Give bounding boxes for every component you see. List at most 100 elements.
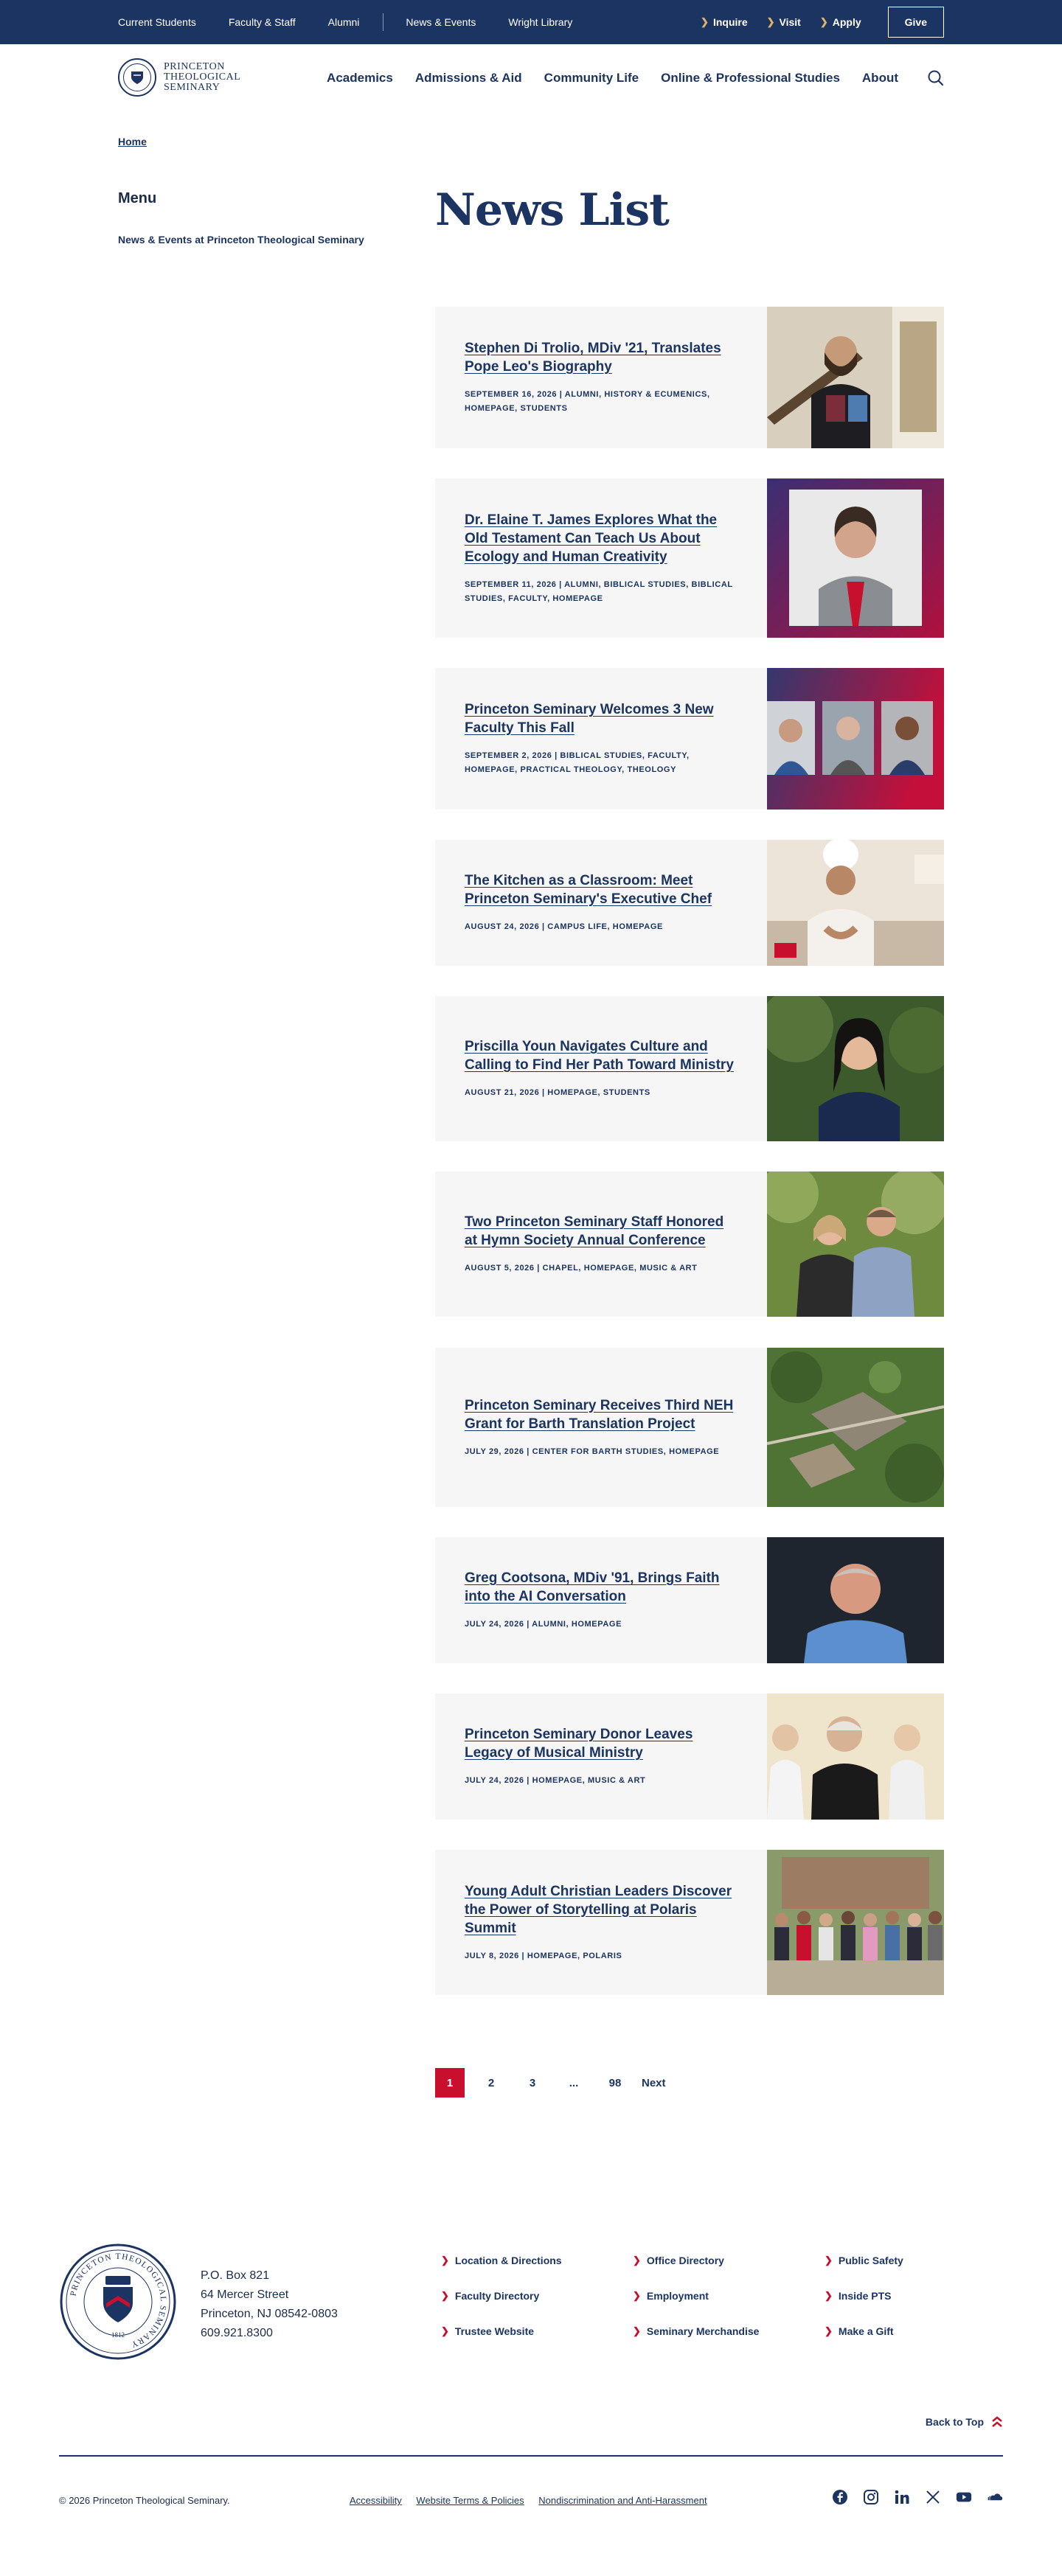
sidebar-link-news-events[interactable]: News & Events at Princeton Theological S… — [118, 234, 413, 246]
news-title-link[interactable]: The Kitchen as a Classroom: Meet Princet… — [465, 871, 738, 908]
news-meta: August 21, 2026 | Homepage, Students — [465, 1088, 650, 1097]
x-icon[interactable] — [925, 2489, 941, 2505]
news-item: Greg Cootsona, MDiv '91, Brings Faith in… — [435, 1537, 944, 1663]
facebook-icon[interactable] — [832, 2489, 848, 2505]
news-title-link[interactable]: Princeton Seminary Donor Leaves Legacy o… — [465, 1725, 738, 1762]
chevron-right-icon: ❯ — [701, 16, 709, 27]
search-icon[interactable] — [926, 69, 945, 88]
linkedin-icon[interactable] — [894, 2489, 910, 2505]
chevron-right-icon: ❯ — [825, 2255, 833, 2266]
chevron-right-icon: ❯ — [766, 16, 775, 27]
logo-line-3: SEMINARY — [164, 82, 221, 93]
site-logo[interactable]: PRINCETON THEOLOGICAL SEMINARY — [118, 58, 240, 97]
news-photo[interactable] — [767, 1348, 944, 1507]
news-item: Young Adult Christian Leaders Discover t… — [435, 1850, 944, 1995]
nav-about[interactable]: About — [862, 71, 898, 86]
instagram-icon[interactable] — [863, 2489, 879, 2505]
news-photo[interactable] — [767, 1537, 944, 1663]
footer-link-trustee-website[interactable]: ❯ Trustee Website — [441, 2325, 633, 2337]
footer-link-label: Make a Gift — [838, 2325, 894, 2337]
footer-link-office-directory[interactable]: ❯ Office Directory — [633, 2255, 825, 2266]
logo-line-2: THEOLOGICAL — [164, 72, 241, 83]
footer-link-label: Location & Directions — [454, 2255, 562, 2266]
news-title-link[interactable]: Princeton Seminary Receives Third NEH Gr… — [465, 1396, 738, 1433]
seal-year: 1812 — [111, 2331, 125, 2339]
footer-link-faculty-directory[interactable]: ❯ Faculty Directory — [441, 2290, 633, 2302]
visit-link[interactable]: ❯ Visit — [767, 16, 801, 28]
sidebar: Menu News & Events at Princeton Theologi… — [118, 190, 413, 246]
page-98-button[interactable]: 98 — [600, 2068, 630, 2098]
news-photo[interactable] — [767, 996, 944, 1141]
link-faculty-staff[interactable]: Faculty & Staff — [229, 16, 296, 28]
footer-divider — [59, 2455, 1003, 2457]
news-title-link[interactable]: Priscilla Youn Navigates Culture and Cal… — [465, 1037, 738, 1074]
link-news-events[interactable]: News & Events — [406, 16, 476, 28]
news-photo[interactable] — [767, 1172, 944, 1317]
utility-links: Current Students Faculty & Staff Alumni … — [118, 0, 605, 44]
give-button[interactable]: Give — [887, 7, 944, 38]
news-meta: August 24, 2026 | Campus Life, Homepage — [465, 922, 663, 931]
footer-link-employment[interactable]: ❯ Employment — [633, 2290, 825, 2302]
inquire-link[interactable]: ❯ Inquire — [701, 16, 748, 28]
news-meta: September 16, 2026 | Alumni, History & E… — [465, 390, 710, 413]
news-photo[interactable] — [767, 1850, 944, 1995]
link-wright-library[interactable]: Wright Library — [508, 16, 572, 28]
chevron-right-icon: ❯ — [825, 2325, 833, 2336]
news-item: Two Princeton Seminary Staff Honored at … — [435, 1172, 944, 1317]
back-to-top-link[interactable]: Back to Top — [926, 2415, 1003, 2429]
nav-admissions-aid[interactable]: Admissions & Aid — [415, 71, 522, 86]
footer-link-label: Employment — [646, 2290, 709, 2302]
sidebar-title: Menu — [118, 190, 157, 206]
news-item: Princeton Seminary Receives Third NEH Gr… — [435, 1348, 944, 1507]
nav-community-life[interactable]: Community Life — [544, 71, 639, 86]
page-1-button[interactable]: 1 — [435, 2068, 465, 2098]
soundcloud-icon[interactable] — [987, 2489, 1003, 2505]
news-item: Stephen Di Trolio, MDiv '21, Translates … — [435, 307, 944, 448]
page-3-button[interactable]: 3 — [518, 2068, 547, 2098]
copyright-text: © 2026 Princeton Theological Seminary. — [59, 2495, 230, 2506]
apply-link[interactable]: ❯ Apply — [820, 16, 861, 28]
news-photo[interactable] — [767, 307, 944, 448]
address-line: P.O. Box 821 — [201, 2269, 270, 2282]
footer-link-public-safety[interactable]: ❯ Public Safety — [825, 2255, 957, 2266]
logo-line-1: PRINCETON — [164, 61, 225, 72]
footer-address: P.O. Box 821 64 Mercer Street Princeton,… — [201, 2266, 338, 2343]
footer-link-make-a-gift[interactable]: ❯ Make a Gift — [825, 2325, 957, 2337]
seal-icon — [118, 58, 156, 97]
news-title-link[interactable]: Young Adult Christian Leaders Discover t… — [465, 1882, 738, 1938]
news-title-link[interactable]: Dr. Elaine T. James Explores What the Ol… — [465, 511, 738, 566]
nondiscrimination-link[interactable]: Nondiscrimination and Anti-Harassment — [538, 2495, 707, 2506]
youtube-icon[interactable] — [956, 2489, 972, 2505]
nav-academics[interactable]: Academics — [327, 71, 393, 86]
news-photo[interactable] — [767, 840, 944, 966]
chevron-right-icon: ❯ — [633, 2255, 641, 2266]
apply-label: Apply — [832, 16, 861, 28]
page-2-button[interactable]: 2 — [476, 2068, 506, 2098]
footer-link-location[interactable]: ❯ Location & Directions — [441, 2255, 633, 2266]
page-title: News List — [435, 184, 670, 236]
link-current-students[interactable]: Current Students — [118, 16, 196, 28]
news-photo[interactable] — [767, 668, 944, 810]
news-title-link[interactable]: Greg Cootsona, MDiv '91, Brings Faith in… — [465, 1569, 738, 1606]
footer-link-label: Office Directory — [646, 2255, 724, 2266]
news-photo[interactable] — [767, 1693, 944, 1820]
breadcrumb-home[interactable]: Home — [118, 136, 147, 147]
footer-link-label: Public Safety — [838, 2255, 903, 2266]
footer-link-inside-pts[interactable]: ❯ Inside PTS — [825, 2290, 957, 2302]
news-photo[interactable] — [767, 478, 944, 638]
utility-divider — [383, 13, 384, 31]
address-line: 64 Mercer Street — [201, 2288, 289, 2301]
back-to-top-label: Back to Top — [925, 2416, 984, 2428]
nav-online-professional[interactable]: Online & Professional Studies — [661, 71, 840, 86]
address-line: Princeton, NJ 08542-0803 — [201, 2308, 338, 2320]
utility-bar: Current Students Faculty & Staff Alumni … — [0, 0, 1062, 44]
accessibility-link[interactable]: Accessibility — [350, 2495, 402, 2506]
footer-link-merchandise[interactable]: ❯ Seminary Merchandise — [633, 2325, 825, 2337]
terms-policies-link[interactable]: Website Terms & Policies — [416, 2495, 524, 2506]
next-page-button[interactable]: Next — [642, 2077, 666, 2089]
news-title-link[interactable]: Two Princeton Seminary Staff Honored at … — [465, 1213, 738, 1250]
news-title-link[interactable]: Princeton Seminary Welcomes 3 New Facult… — [465, 700, 738, 737]
footer-link-label: Faculty Directory — [454, 2290, 540, 2302]
link-alumni[interactable]: Alumni — [328, 16, 360, 28]
news-title-link[interactable]: Stephen Di Trolio, MDiv '21, Translates … — [465, 339, 738, 376]
